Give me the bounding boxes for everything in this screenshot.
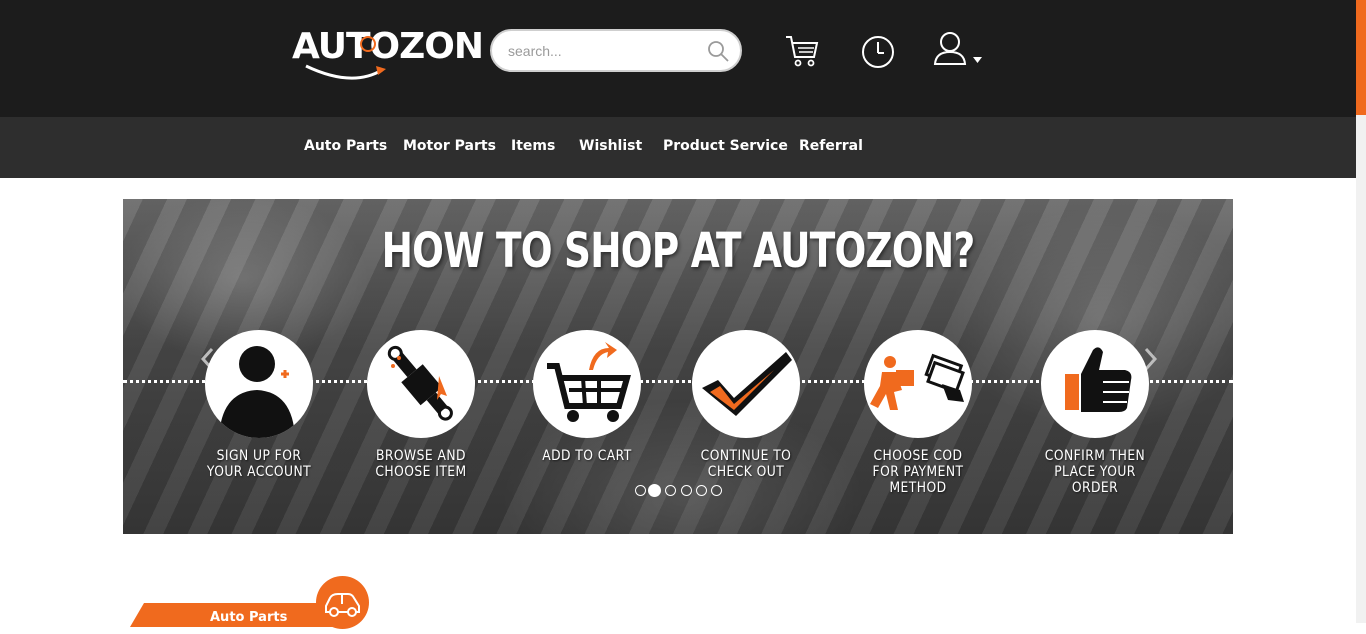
scrollbar-thumb[interactable] bbox=[1356, 0, 1366, 115]
step-circle bbox=[1041, 330, 1149, 438]
nav-wishlist[interactable]: Wishlist bbox=[579, 138, 642, 154]
cash-on-delivery-icon bbox=[870, 353, 965, 410]
shock-absorber-icon bbox=[387, 345, 453, 421]
search-box bbox=[490, 29, 742, 72]
autozon-logo[interactable]: AUTOZON bbox=[292, 26, 484, 86]
step-label: SIGN UP FOR YOUR ACCOUNT bbox=[206, 448, 312, 480]
thumbs-up-icon bbox=[1065, 347, 1132, 412]
slide-dot-4[interactable] bbox=[681, 485, 692, 496]
nav-referral[interactable]: Referral bbox=[799, 138, 863, 154]
slide-dot-2[interactable] bbox=[648, 484, 661, 497]
step-circle bbox=[533, 330, 641, 438]
slide-indicators bbox=[633, 484, 723, 499]
slide-dot-3[interactable] bbox=[665, 485, 676, 496]
checkmark-icon bbox=[702, 352, 792, 416]
slide-dot-5[interactable] bbox=[696, 485, 707, 496]
user-add-icon bbox=[219, 346, 295, 438]
search-icon[interactable] bbox=[706, 39, 730, 63]
step-circle bbox=[692, 330, 800, 438]
step-label: BROWSE AND CHOOSE ITEM bbox=[375, 448, 467, 480]
slide-dot-6[interactable] bbox=[711, 485, 722, 496]
step-circle bbox=[864, 330, 972, 438]
dropdown-caret-icon bbox=[973, 57, 982, 63]
step-label: CHOOSE COD FOR PAYMENT METHOD bbox=[872, 448, 964, 496]
car-icon bbox=[325, 593, 360, 617]
banner-title: HOW TO SHOP AT AUTOZON? bbox=[381, 223, 976, 279]
how-to-shop-banner: HOW TO SHOP AT AUTOZON? SIGN UP FOR YOUR … bbox=[123, 199, 1233, 534]
history-icon[interactable] bbox=[860, 34, 896, 70]
step-label: CONFIRM THEN PLACE YOUR ORDER bbox=[1044, 448, 1146, 496]
step-label: CONTINUE TO CHECK OUT bbox=[700, 448, 792, 480]
main-nav: Auto Parts Motor Parts Items Wishlist Pr… bbox=[0, 117, 1356, 178]
header-bar: AUTOZON bbox=[0, 0, 1356, 117]
nav-product-service[interactable]: Product Service bbox=[663, 138, 788, 154]
step-circle bbox=[205, 330, 313, 438]
nav-motor-parts[interactable]: Motor Parts bbox=[403, 138, 496, 154]
section-badge bbox=[316, 576, 369, 629]
section-heading-tab[interactable]: Auto Parts bbox=[130, 603, 340, 627]
step-circle bbox=[367, 330, 475, 438]
search-input[interactable] bbox=[508, 41, 698, 61]
slide-dot-1[interactable] bbox=[635, 485, 646, 496]
cart-icon[interactable] bbox=[784, 33, 820, 69]
step-label: ADD TO CART bbox=[542, 448, 632, 464]
logo-swoosh-icon bbox=[305, 36, 386, 80]
add-to-cart-icon bbox=[547, 342, 631, 422]
user-account-icon[interactable] bbox=[932, 30, 988, 70]
nav-auto-parts[interactable]: Auto Parts bbox=[304, 138, 387, 154]
nav-items[interactable]: Items bbox=[511, 138, 555, 154]
